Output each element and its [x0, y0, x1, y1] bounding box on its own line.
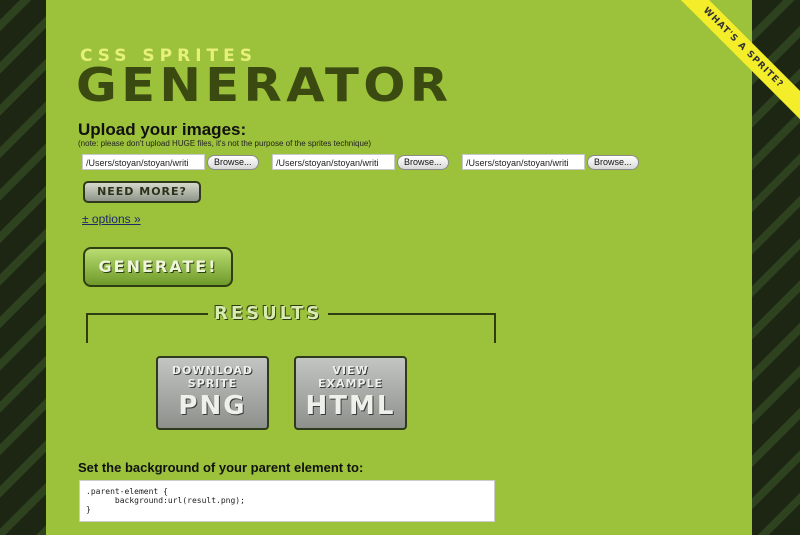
download-label-2: SPRITE [187, 377, 238, 390]
file-field-2: /Users/stoyan/stoyan/writi Browse... [272, 153, 449, 171]
background-heading: Set the background of your parent elemen… [78, 460, 364, 475]
file-path-input[interactable]: /Users/stoyan/stoyan/writi [82, 154, 205, 170]
results-section: RESULTS [86, 303, 496, 343]
file-path-input[interactable]: /Users/stoyan/stoyan/writi [272, 154, 395, 170]
browse-button[interactable]: Browse... [207, 154, 259, 170]
results-heading: RESULTS [208, 303, 329, 324]
upload-heading: Upload your images: [78, 120, 247, 139]
browse-button[interactable]: Browse... [397, 154, 449, 170]
browse-button[interactable]: Browse... [587, 154, 639, 170]
file-field-3: /Users/stoyan/stoyan/writi Browse... [462, 153, 639, 171]
view-label-1: VIEW [332, 364, 369, 377]
css-code-box[interactable]: .parent-element { background:url(result.… [79, 480, 495, 522]
view-label-3: HTML [305, 391, 396, 421]
view-html-button[interactable]: VIEW EXAMPLE HTML [294, 356, 407, 430]
logo-title: GENERATOR [76, 58, 453, 112]
file-field-1: /Users/stoyan/stoyan/writi Browse... [82, 153, 259, 171]
main-panel: CSS SPRITES GENERATOR Upload your images… [46, 0, 752, 535]
view-label-2: EXAMPLE [317, 377, 384, 390]
download-label-1: DOWNLOAD [171, 364, 254, 377]
upload-note: (note: please don't upload HUGE files, i… [78, 139, 372, 148]
download-label-3: PNG [178, 391, 247, 421]
need-more-button[interactable]: NEED MORE? [83, 181, 201, 203]
download-png-button[interactable]: DOWNLOAD SPRITE PNG [156, 356, 269, 430]
options-link[interactable]: ± options » [82, 212, 141, 226]
file-path-input[interactable]: /Users/stoyan/stoyan/writi [462, 154, 585, 170]
generate-button[interactable]: GENERATE! [83, 247, 233, 287]
